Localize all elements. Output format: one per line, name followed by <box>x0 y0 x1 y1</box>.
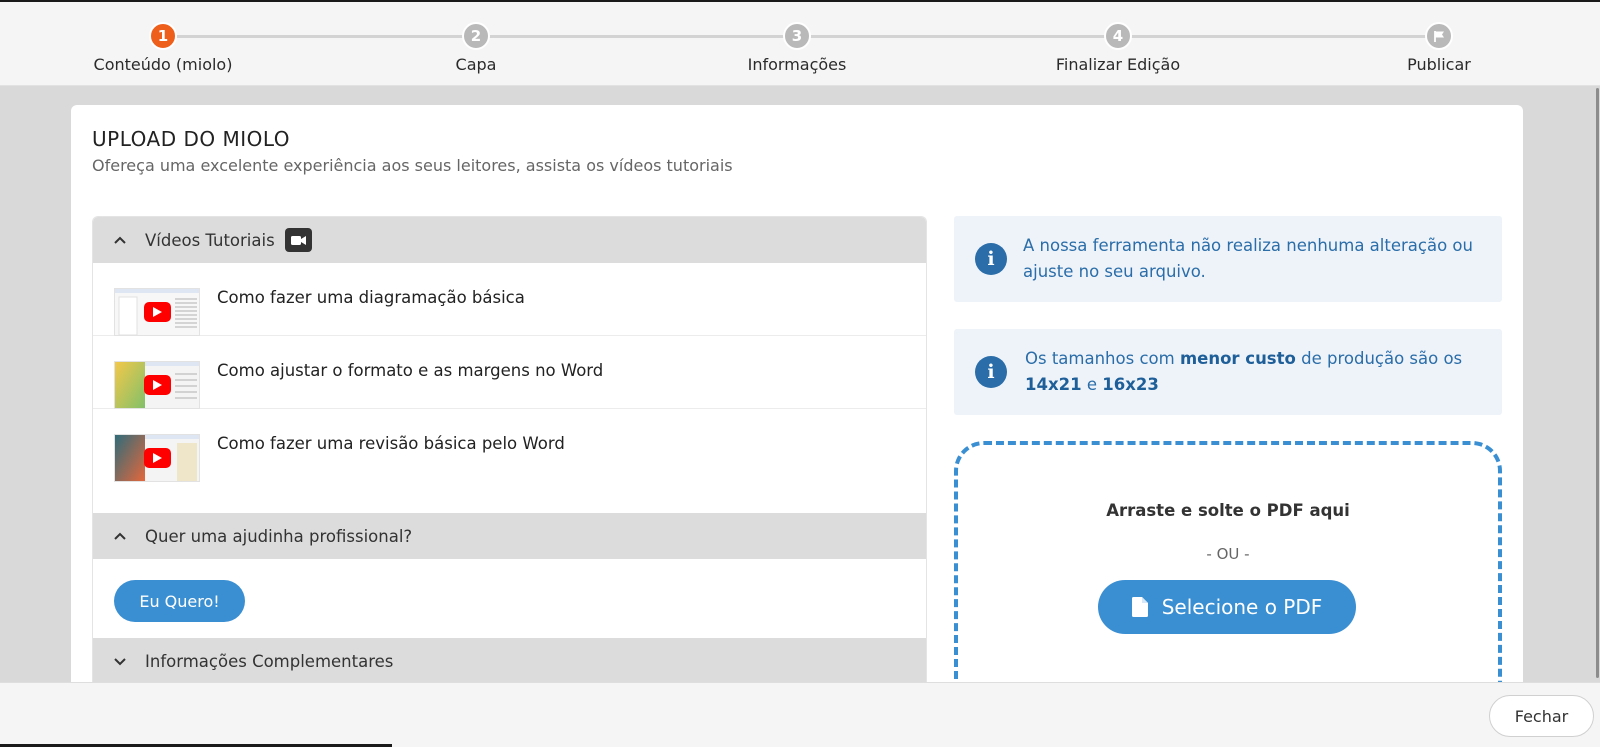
video-thumbnail <box>114 434 200 482</box>
info-no-changes: i A nossa ferramenta não realiza nenhuma… <box>954 216 1502 302</box>
complementary-header[interactable]: Informações Complementares <box>93 638 926 684</box>
step-informacoes[interactable]: 3 Informações <box>677 2 917 74</box>
step-capa[interactable]: 2 Capa <box>356 2 596 74</box>
step-conteudo[interactable]: 1 Conteúdo (miolo) <box>43 2 283 74</box>
complementary-header-label: Informações Complementares <box>145 651 394 671</box>
stepper-bar: 1 Conteúdo (miolo) 2 Capa 3 Informações … <box>0 0 1600 86</box>
youtube-play-icon <box>144 302 171 322</box>
info-no-changes-text: A nossa ferramenta não realiza nenhuma a… <box>1023 236 1473 281</box>
step-publicar[interactable]: Publicar <box>1319 2 1559 74</box>
upload-card: UPLOAD DO MIOLO Ofereça uma excelente ex… <box>71 105 1523 721</box>
step-number-3: 3 <box>783 22 811 50</box>
help-accordion: Vídeos Tutoriais Como fazer uma diagrama… <box>92 216 927 706</box>
help-header[interactable]: Quer uma ajudinha profissional? <box>93 513 926 559</box>
eu-quero-button[interactable]: Eu Quero! <box>114 580 245 622</box>
step-number-4: 4 <box>1104 22 1132 50</box>
menor-custo-highlight: menor custo <box>1179 349 1296 368</box>
chevron-down-icon <box>114 658 126 666</box>
step-label-finalizar: Finalizar Edição <box>1055 55 1181 74</box>
page-title: UPLOAD DO MIOLO <box>92 127 291 151</box>
size-16x23: 16x23 <box>1102 375 1159 394</box>
modal-footer: Fechar <box>0 682 1600 747</box>
dropzone-title: Arraste e solte o PDF aqui <box>1106 501 1350 520</box>
chevron-up-icon <box>114 532 126 540</box>
tutorials-header-label: Vídeos Tutoriais <box>145 230 275 250</box>
page-subtitle: Ofereça uma excelente experiência aos se… <box>92 156 733 175</box>
dropzone-or: - OU - <box>1206 545 1250 563</box>
video-item-diagramacao[interactable]: Como fazer uma diagramação básica <box>93 263 926 336</box>
video-camera-icon <box>284 228 312 252</box>
info-sizes-text: Os tamanhos com menor custo de produção … <box>1025 349 1463 394</box>
file-icon <box>1131 597 1148 617</box>
close-button[interactable]: Fechar <box>1489 695 1594 737</box>
pdf-dropzone[interactable]: Arraste e solte o PDF aqui - OU - Seleci… <box>954 441 1502 721</box>
video-item-formato-margens[interactable]: Como ajustar o formato e as margens no W… <box>93 336 926 409</box>
info-icon: i <box>975 243 1007 275</box>
step-label-publicar: Publicar <box>1407 55 1471 74</box>
page-scrollbar-thumb[interactable] <box>1596 88 1599 678</box>
youtube-play-icon <box>144 448 171 468</box>
video-title: Como fazer uma revisão básica pelo Word <box>217 434 565 453</box>
video-thumbnail <box>114 361 200 409</box>
info-icon: i <box>975 356 1007 388</box>
step-finalizar[interactable]: 4 Finalizar Edição <box>998 2 1238 74</box>
step-number-2: 2 <box>462 22 490 50</box>
step-label-conteudo: Conteúdo (miolo) <box>93 55 233 74</box>
youtube-play-icon <box>144 375 171 395</box>
step-label-informacoes: Informações <box>747 55 847 74</box>
info-sizes: i Os tamanhos com menor custo de produçã… <box>954 329 1502 415</box>
flag-icon <box>1425 22 1453 50</box>
step-number-1: 1 <box>149 22 177 50</box>
video-thumbnail <box>114 288 200 336</box>
select-pdf-label: Selecione o PDF <box>1161 595 1323 619</box>
size-14x21: 14x21 <box>1025 375 1082 394</box>
help-header-label: Quer uma ajudinha profissional? <box>145 526 413 546</box>
step-label-capa: Capa <box>455 55 497 74</box>
tutorials-header[interactable]: Vídeos Tutoriais <box>93 217 926 263</box>
video-item-revisao[interactable]: Como fazer uma revisão básica pelo Word <box>93 409 926 482</box>
chevron-up-icon <box>114 236 126 244</box>
video-title: Como ajustar o formato e as margens no W… <box>217 361 604 380</box>
video-title: Como fazer uma diagramação básica <box>217 288 525 307</box>
select-pdf-button[interactable]: Selecione o PDF <box>1098 580 1356 634</box>
